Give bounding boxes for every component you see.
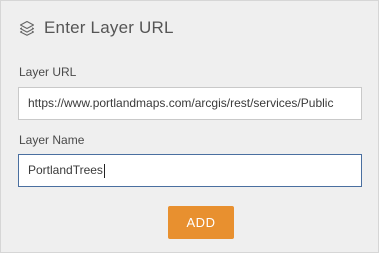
layer-name-label: Layer Name — [19, 133, 85, 147]
enter-layer-url-panel: Enter Layer URL Layer URL https://www.po… — [0, 0, 379, 253]
layer-name-input[interactable]: PortlandTrees — [18, 154, 362, 187]
panel-header: Enter Layer URL — [19, 18, 174, 38]
add-button[interactable]: ADD — [168, 206, 234, 239]
layers-icon — [19, 20, 35, 36]
page-title: Enter Layer URL — [44, 18, 174, 37]
layer-url-input[interactable]: https://www.portlandmaps.com/arcgis/rest… — [18, 87, 362, 120]
layer-url-label: Layer URL — [19, 65, 77, 79]
text-caret — [103, 163, 105, 178]
layer-name-value: PortlandTrees — [28, 163, 103, 177]
layer-url-value: https://www.portlandmaps.com/arcgis/rest… — [28, 96, 334, 110]
